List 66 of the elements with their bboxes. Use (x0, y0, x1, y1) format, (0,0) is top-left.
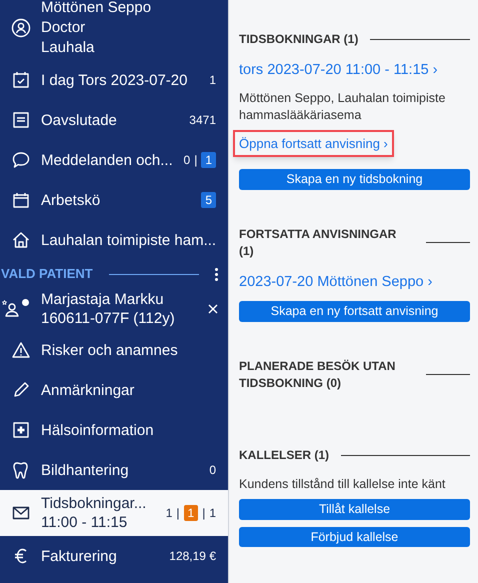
count-badge: 5 (201, 192, 216, 208)
calendar-check-icon (10, 70, 30, 90)
nav-item[interactable]: Oavslutade 3471 (0, 100, 228, 140)
plus-square-icon (10, 420, 30, 440)
patient-name: Marjastaja Markku (41, 290, 165, 309)
nav-item[interactable]: Arbetskö 5 (0, 180, 228, 220)
user-info-text: Doctor (41, 18, 86, 38)
house-icon (10, 230, 30, 250)
nav-label: Hälsoinformation (41, 420, 155, 440)
nav-item[interactable]: I dag Tors 2023-07-20 1 (0, 60, 228, 100)
count-text: 1 (209, 72, 216, 89)
link[interactable]: Öppna fortsatt anvisning › (233, 130, 394, 158)
warning-icon (10, 340, 30, 360)
count-badge: 1 (201, 152, 216, 168)
document-icon (10, 110, 30, 130)
user-info-text: Lauhala (41, 38, 96, 58)
nav-item[interactable]: Hälsoinformation (0, 410, 228, 450)
link[interactable]: tors 2023-07-20 11:00 - 11:15 › (239, 60, 438, 82)
count-text: 0 (209, 462, 216, 479)
section-title: FORTSATTA ANVISNINGAR (1) (239, 226, 398, 260)
separator-text: | (194, 152, 198, 169)
nav-item[interactable]: Fakturering 128,19 € (0, 536, 228, 576)
section-title: KALLELSER (1) (239, 446, 329, 464)
nav-item[interactable]: Meddelanden och... 0 | 1 (0, 140, 228, 180)
calendar-icon (10, 190, 30, 210)
patient-id: 160611-077F (112y) (41, 309, 176, 328)
tooth-icon (10, 460, 30, 480)
nav-item[interactable]: Risker och anamnes (0, 330, 228, 370)
user-info-text: Möttönen Seppo (41, 0, 152, 18)
description-text: Möttönen Seppo, Lauhalan toimipiste hammaslääkäriasema (239, 90, 446, 124)
count-text: 1 (166, 505, 172, 522)
count-text: 1 (209, 505, 216, 522)
action-button[interactable]: Skapa en ny fortsatt anvisning (239, 301, 470, 322)
nav-label: Fakturering (41, 546, 118, 566)
action-button[interactable]: Skapa en ny tidsbokning (239, 169, 470, 190)
nav-label: Bildhantering (41, 460, 130, 480)
separator-text: | (202, 505, 206, 522)
nav-label: Meddelanden och... (41, 150, 174, 170)
nav-label: Lauhalan toimipiste ham... (41, 230, 216, 250)
section-title: PLANERADE BESÖK UTAN TIDSBOKNING (0) (239, 358, 396, 392)
nav-item[interactable]: Lauhalan toimipiste ham... (0, 220, 228, 260)
more-options-icon[interactable] (215, 268, 218, 280)
nav-label: Arbetskö (41, 190, 102, 210)
count-text: 128,19 € (169, 548, 216, 565)
user-icon (10, 18, 30, 38)
count-badge: 1 (184, 505, 198, 521)
section-title: VALD PATIENT (1, 265, 93, 284)
nav-item[interactable]: Anmärkningar (0, 370, 228, 410)
description-text: Kundens tillstånd till kallelse inte känt (239, 476, 446, 493)
count-text: 0 (184, 152, 190, 169)
nav-item[interactable]: Bildhantering 0 (0, 450, 228, 490)
nav-sublabel: 11:00 - 11:15 (41, 513, 128, 532)
section-title: TIDSBOKNINGAR (1) (239, 31, 358, 48)
count-text: 3471 (189, 112, 216, 129)
close-icon[interactable] (208, 304, 218, 314)
nav-label: Anmärkningar (41, 380, 136, 400)
nav-label: Risker och anamnes (41, 340, 179, 360)
action-button[interactable]: Tillåt kallelse (239, 498, 470, 520)
nav-item[interactable]: Tidsbokningar... 11:00 - 11:15 1 | 1 | 1 (0, 490, 228, 536)
action-button[interactable]: Förbjud kallelse (239, 526, 470, 548)
nav-label: Tidsbokningar... (41, 494, 148, 513)
separator-text: | (176, 505, 180, 522)
nav-label: I dag Tors 2023-07-20 (41, 70, 188, 90)
speech-bubble-icon (10, 150, 30, 170)
nav-label: Oavslutade (41, 110, 118, 130)
link[interactable]: 2023-07-20 Möttönen Seppo › (239, 272, 432, 294)
